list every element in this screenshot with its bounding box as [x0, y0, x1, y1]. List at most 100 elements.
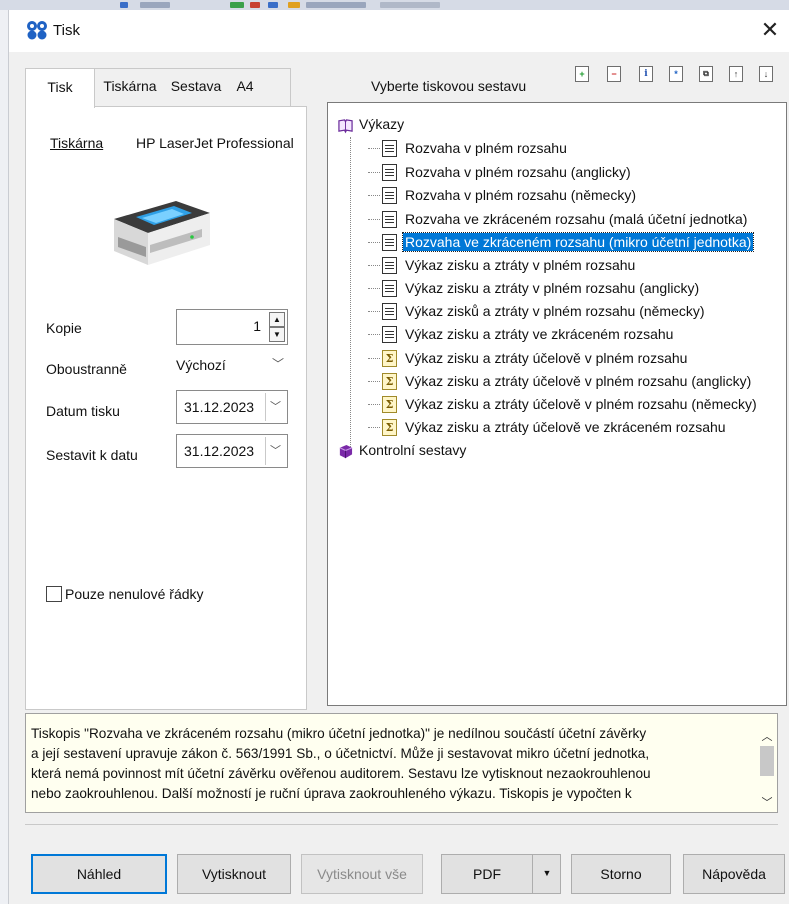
- open-book-icon: [338, 118, 353, 134]
- tree-item[interactable]: Rozvaha v plném rozsahu (německy): [368, 183, 638, 205]
- closed-book-icon: [339, 444, 353, 458]
- tree-item-label: Výkaz zisku a ztráty účelově v plném roz…: [405, 373, 752, 390]
- print-dialog: Tisk ✕ Tisk Tiskárna Sestava A4 Tiskárna…: [9, 10, 789, 904]
- chevron-down-icon[interactable]: ﹀: [265, 437, 285, 465]
- preview-button[interactable]: Náhled: [31, 854, 167, 894]
- document-icon: [382, 186, 397, 204]
- description-line: která nemá povinnost mít účetní závěrku …: [31, 766, 651, 781]
- tree-item-label: Rozvaha v plném rozsahu (německy): [405, 187, 637, 204]
- tree-item[interactable]: Výkaz zisku a ztráty ve zkráceném rozsah…: [368, 322, 675, 344]
- document-icon: [382, 325, 397, 343]
- add-icon[interactable]: +: [575, 66, 589, 82]
- info-icon[interactable]: i: [639, 66, 653, 82]
- print-settings-panel: Tiskárna HP LaserJet Professional Kopie …: [25, 106, 307, 710]
- copies-value: 1: [253, 318, 261, 334]
- chevron-down-icon[interactable]: ﹀: [757, 794, 777, 810]
- divider: [25, 824, 778, 825]
- tree-root-label: Výkazy: [359, 116, 405, 132]
- tree-item-label: Výkaz zisku a ztráty v plném rozsahu (an…: [405, 280, 700, 297]
- duplex-select[interactable]: Výchozí ﹀: [176, 351, 288, 381]
- printer-image: [114, 201, 210, 265]
- tree-root-vykazy[interactable]: Výkazy: [338, 113, 404, 135]
- document-icon: [382, 139, 397, 157]
- tree-item-label: Výkaz zisku a ztráty v plném rozsahu: [405, 257, 636, 274]
- print-date-value: 31.12.2023: [184, 399, 255, 415]
- document-icon: [382, 233, 397, 251]
- asterisk-icon[interactable]: *: [669, 66, 683, 82]
- tree-item[interactable]: Rozvaha v plném rozsahu (anglicky): [368, 160, 633, 182]
- help-button[interactable]: Nápověda: [683, 854, 785, 894]
- description-box[interactable]: Tiskopis "Rozvaha ve zkráceném rozsahu (…: [25, 713, 778, 813]
- sum-icon: Σ: [382, 395, 397, 413]
- document-icon: [382, 163, 397, 181]
- print-date-picker[interactable]: 31.12.2023 ﹀: [176, 390, 288, 424]
- copies-stepper[interactable]: 1 ▲ ▼: [176, 309, 288, 345]
- cancel-button[interactable]: Storno: [571, 854, 671, 894]
- move-up-icon[interactable]: ↑: [729, 66, 743, 82]
- tree-item[interactable]: Σ Výkaz zisku a ztráty účelově v plném ro…: [368, 392, 759, 414]
- description-line: a její sestavení upravuje zákon č. 563/1…: [31, 746, 650, 761]
- sum-icon: Σ: [382, 349, 397, 367]
- tree-item[interactable]: Σ Výkaz zisku a ztráty účelově v plném ro…: [368, 369, 753, 391]
- document-icon: [382, 210, 397, 228]
- tree-item[interactable]: Výkaz zisku a ztráty v plném rozsahu (an…: [368, 276, 701, 298]
- tree-item[interactable]: Výkaz zisku a ztráty v plném rozsahu: [368, 253, 637, 275]
- tab-tiskarna[interactable]: Tiskárna: [97, 68, 163, 106]
- description-scrollbar[interactable]: ︿ ﹀: [757, 714, 777, 812]
- tree-item-label: Výkaz zisků a ztráty v plném rozsahu (ně…: [405, 303, 705, 320]
- printer-name: HP LaserJet Professional: [136, 135, 294, 151]
- checkbox-label: Pouze nenulové řádky: [65, 586, 204, 603]
- tree-item-label: Výkaz zisku a ztráty účelově ve zkrácené…: [405, 419, 726, 436]
- remove-icon[interactable]: −: [607, 66, 621, 82]
- title-bar: Tisk ✕: [9, 10, 789, 52]
- tab-sestava[interactable]: Sestava: [165, 68, 227, 106]
- tab-label: Tisk: [47, 79, 73, 95]
- nonzero-rows-checkbox[interactable]: Pouze nenulové řádky: [46, 585, 204, 603]
- print-all-button[interactable]: Vytisknout vše: [301, 854, 423, 894]
- tree-item[interactable]: Rozvaha v plném rozsahu: [368, 136, 569, 158]
- report-tree[interactable]: Výkazy Rozvaha v plném rozsahu Rozvaha v…: [327, 102, 787, 706]
- tree-item-label: Rozvaha v plném rozsahu: [405, 140, 567, 157]
- copy-icon[interactable]: ⧉: [699, 66, 713, 82]
- build-date-picker[interactable]: 31.12.2023 ﹀: [176, 434, 288, 468]
- close-icon[interactable]: ✕: [755, 16, 785, 46]
- printer-link[interactable]: Tiskárna: [50, 135, 103, 151]
- tree-item[interactable]: Σ Výkaz zisku a ztráty účelově ve zkrácen…: [368, 415, 728, 437]
- tree-item-label: Rozvaha ve zkráceném rozsahu (malá účetn…: [405, 211, 748, 228]
- move-down-icon[interactable]: ↓: [759, 66, 773, 82]
- description-text: Tiskopis "Rozvaha ve zkráceném rozsahu (…: [31, 724, 751, 804]
- checkbox-box[interactable]: [46, 586, 62, 603]
- scroll-thumb[interactable]: [760, 746, 774, 776]
- document-icon: [382, 256, 397, 274]
- tree-root-label: Kontrolní sestavy: [359, 442, 467, 458]
- duplex-value: Výchozí: [176, 357, 226, 373]
- tree-item-label: Rozvaha ve zkráceném rozsahu (mikro účet…: [401, 232, 755, 253]
- print-date-label: Datum tisku: [46, 403, 120, 419]
- tab-label: Tiskárna: [103, 78, 157, 94]
- tree-item[interactable]: Rozvaha ve zkráceném rozsahu (malá účetn…: [368, 207, 749, 229]
- description-line: nebo zaokrouhlenou. Další možností je ru…: [31, 786, 632, 801]
- tab-tisk[interactable]: Tisk: [25, 68, 95, 108]
- tree-item-label: Výkaz zisku a ztráty ve zkráceném rozsah…: [405, 326, 674, 343]
- description-line: Tiskopis "Rozvaha ve zkráceném rozsahu (…: [31, 726, 647, 741]
- tree-item[interactable]: Výkaz zisků a ztráty v plném rozsahu (ně…: [368, 299, 707, 321]
- print-button[interactable]: Vytisknout: [177, 854, 291, 894]
- tree-root-kontrolni[interactable]: Kontrolní sestavy: [338, 439, 466, 461]
- document-icon: [382, 302, 397, 320]
- spin-down-icon[interactable]: ▼: [269, 327, 285, 342]
- tab-a4[interactable]: A4: [229, 68, 261, 106]
- spin-up-icon[interactable]: ▲: [269, 312, 285, 327]
- app-icon: [27, 21, 47, 40]
- tree-item-selected[interactable]: Rozvaha ve zkráceném rozsahu (mikro účet…: [368, 230, 755, 253]
- chevron-down-icon[interactable]: ﹀: [265, 393, 285, 421]
- tree-item-label: Rozvaha v plném rozsahu (anglicky): [405, 164, 631, 181]
- tree-item-label: Výkaz zisku a ztráty účelově v plném roz…: [405, 396, 757, 413]
- sum-icon: Σ: [382, 372, 397, 390]
- chevron-down-icon: ﹀: [271, 357, 284, 371]
- tree-item[interactable]: Σ Výkaz zisku a ztráty účelově v plném ro…: [368, 346, 689, 368]
- chevron-up-icon[interactable]: ︿: [757, 728, 777, 744]
- dropdown-arrow-icon[interactable]: ▼: [533, 854, 561, 894]
- document-icon: [382, 279, 397, 297]
- duplex-label: Oboustranně: [46, 361, 127, 377]
- build-date-label: Sestavit k datu: [46, 447, 138, 463]
